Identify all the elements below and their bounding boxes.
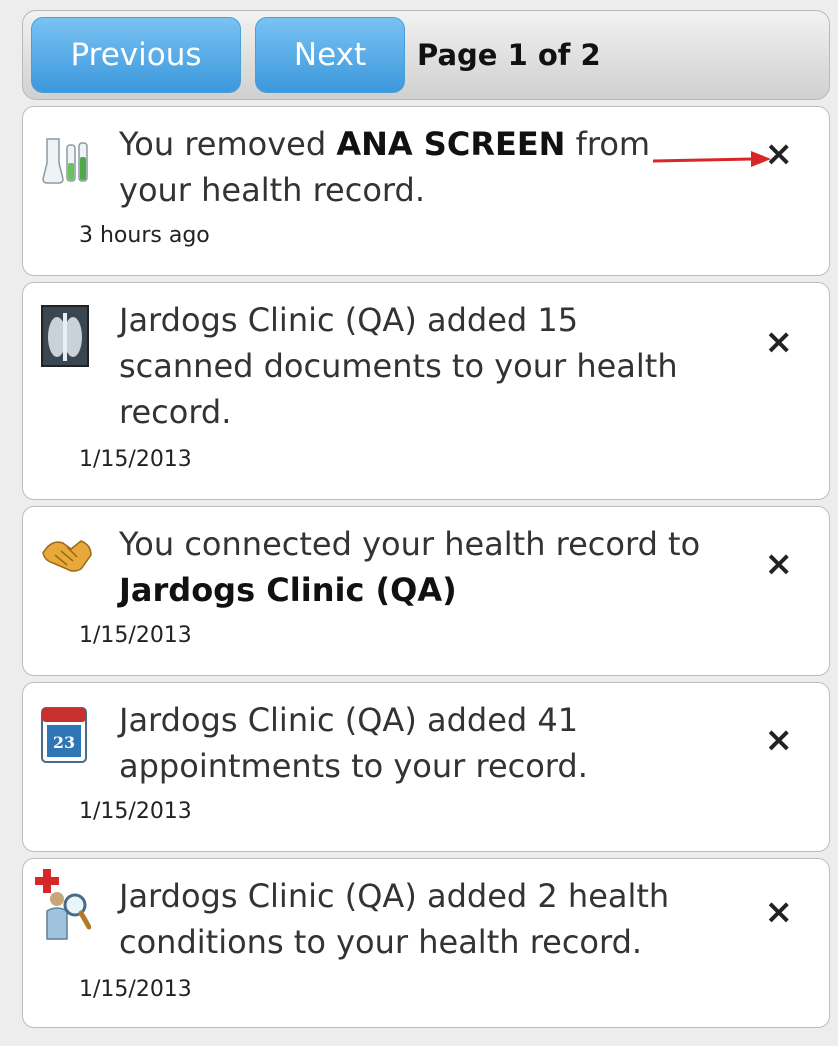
- page-indicator: Page 1 of 2: [417, 38, 601, 72]
- notification-message: You connected your health record to Jard…: [119, 525, 701, 609]
- notification-message: You removed ANA SCREEN from your health …: [119, 125, 651, 209]
- calendar-icon: 23: [41, 707, 87, 763]
- notifications-panel: Previous Next Page 1 of 2 You removed AN…: [22, 10, 830, 1028]
- health-conditions-icon: [35, 869, 91, 940]
- lab-flask-icon: [42, 138, 88, 184]
- previous-button[interactable]: Previous: [31, 17, 241, 93]
- dismiss-button[interactable]: ×: [765, 137, 794, 171]
- notification-time: 1/15/2013: [79, 799, 192, 824]
- handshake-icon: [42, 540, 92, 572]
- dismiss-button[interactable]: ×: [765, 723, 794, 757]
- notification-item: You removed ANA SCREEN from your health …: [22, 106, 830, 276]
- notification-message: Jardogs Clinic (QA) added 41 appointment…: [119, 701, 588, 785]
- xray-icon: [41, 305, 89, 367]
- red-arrow-annotation: [653, 151, 771, 167]
- notification-time: 1/15/2013: [79, 447, 192, 472]
- notification-time: 1/15/2013: [79, 977, 192, 1002]
- notification-time: 3 hours ago: [79, 223, 210, 248]
- clinic-name: Jardogs Clinic (QA): [119, 571, 457, 609]
- test-name: ANA SCREEN: [336, 125, 566, 163]
- notification-item: 23 Jardogs Clinic (QA) added 41 appointm…: [22, 682, 830, 852]
- notification-item: Jardogs Clinic (QA) added 15 scanned doc…: [22, 282, 830, 500]
- notification-time: 1/15/2013: [79, 623, 192, 648]
- pagination-bar: Previous Next Page 1 of 2: [22, 10, 830, 100]
- notification-item: You connected your health record to Jard…: [22, 506, 830, 676]
- dismiss-button[interactable]: ×: [765, 325, 794, 359]
- notification-item: Jardogs Clinic (QA) added 2 health condi…: [22, 858, 830, 1028]
- next-button[interactable]: Next: [255, 17, 405, 93]
- dismiss-button[interactable]: ×: [765, 547, 794, 581]
- calendar-day: 23: [53, 733, 75, 752]
- notification-message: Jardogs Clinic (QA) added 2 health condi…: [119, 877, 670, 961]
- notification-message: Jardogs Clinic (QA) added 15 scanned doc…: [119, 301, 678, 431]
- dismiss-button[interactable]: ×: [765, 895, 794, 929]
